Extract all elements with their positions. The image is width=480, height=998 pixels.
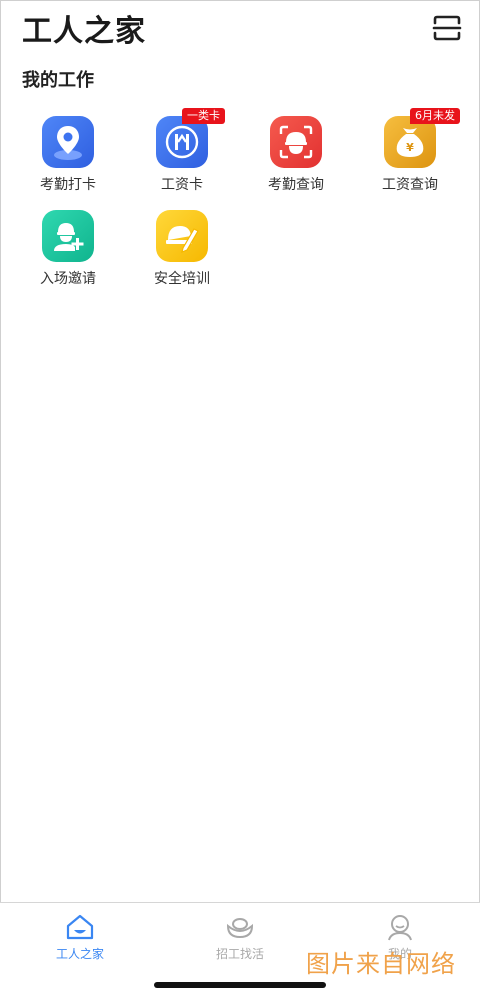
tab-workers-home[interactable]: 工人之家 <box>20 909 140 969</box>
tile-label: 考勤打卡 <box>40 177 96 193</box>
tile-attendance-checkin[interactable]: 考勤打卡 <box>18 108 118 198</box>
watermark-text: 图片来自网络 <box>306 950 456 978</box>
section-title: 我的工作 <box>22 70 94 91</box>
face-scan-icon <box>270 116 322 168</box>
ingot-icon <box>226 918 254 939</box>
tab-label: 招工找活 <box>215 947 264 961</box>
tile-label: 安全培训 <box>154 271 210 287</box>
house-icon <box>66 914 94 940</box>
tile-badge: 一类卡 <box>182 108 225 124</box>
tile-label: 考勤查询 <box>268 177 324 193</box>
tile-label: 工资查询 <box>382 177 438 193</box>
tile-label: 入场邀请 <box>40 271 96 287</box>
tab-job-hunting[interactable]: 招工找活 <box>180 909 300 969</box>
tile-entry-invite[interactable]: 入场邀请 <box>18 202 118 292</box>
tile-badge: 6月未发 <box>410 108 460 124</box>
tile-salary-card[interactable]: 一类卡 工资卡 <box>132 108 232 198</box>
tile-label: 工资卡 <box>161 177 203 193</box>
svg-text:¥: ¥ <box>406 141 414 154</box>
home-indicator[interactable] <box>154 982 326 988</box>
scan-button[interactable] <box>432 14 462 42</box>
tab-label: 工人之家 <box>55 947 104 961</box>
scan-icon <box>432 15 462 41</box>
helmet-pencil-icon <box>156 210 208 262</box>
tile-safety-training[interactable]: 安全培训 <box>132 202 232 292</box>
tile-attendance-query[interactable]: 考勤查询 <box>246 108 346 198</box>
tile-salary-query[interactable]: ¥ 6月未发 工资查询 <box>360 108 460 198</box>
header: 工人之家 <box>0 0 480 56</box>
page-title: 工人之家 <box>22 14 146 49</box>
location-pin-icon <box>42 116 94 168</box>
profile-icon <box>388 915 412 941</box>
worker-add-icon <box>42 210 94 262</box>
